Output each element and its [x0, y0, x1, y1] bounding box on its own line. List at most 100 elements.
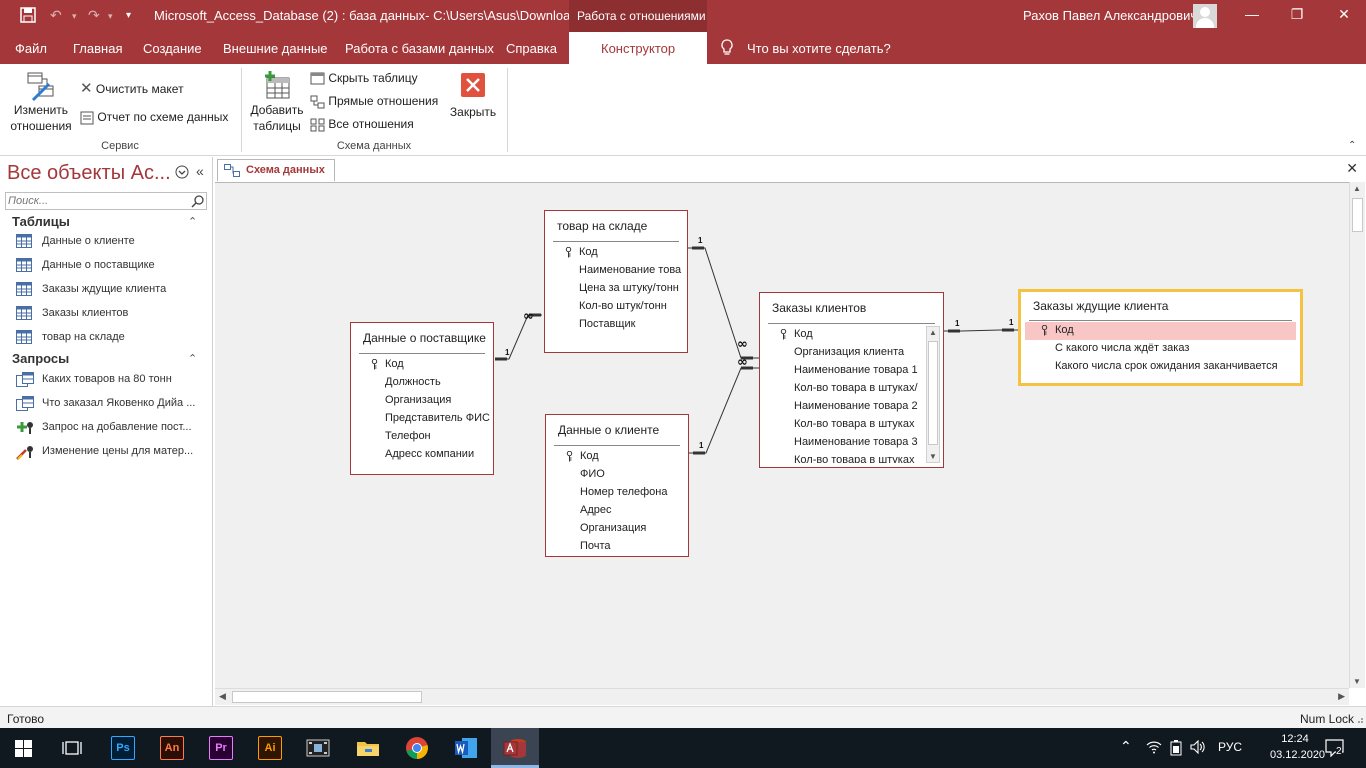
volume-icon[interactable] [1190, 739, 1206, 757]
nav-query-item[interactable]: Запрос на добавление пост... [14, 418, 209, 438]
collapse-section-icon[interactable]: ⌃ [188, 352, 197, 365]
battery-icon[interactable] [1169, 740, 1183, 759]
field-row[interactable]: Наименование товара 1 [760, 362, 925, 380]
animate-icon[interactable]: An [160, 736, 184, 760]
relationships-canvas[interactable]: 1 1 1 1 1 ∞ ∞ ∞ товар на складе Код Наим… [215, 182, 1349, 688]
all-relationships-button[interactable]: Все отношения [310, 117, 414, 132]
add-tables-button[interactable]: Добавить таблицы [246, 70, 308, 134]
field-row[interactable]: Организация клиента [760, 344, 925, 362]
field-row[interactable]: С какого числа ждёт заказ [1021, 340, 1300, 358]
table-box-scrollbar[interactable]: ▲ ▼ [926, 326, 940, 463]
collapse-section-icon[interactable]: ⌃ [188, 215, 197, 228]
access-icon[interactable] [503, 736, 527, 760]
notifications-icon[interactable] [1325, 739, 1345, 760]
close-document-icon[interactable]: ✕ [1346, 160, 1358, 177]
premiere-icon[interactable]: Pr [209, 736, 233, 760]
relationship-report-button[interactable]: Отчет по схеме данных [80, 110, 228, 125]
show-hidden-icons-icon[interactable]: ⌃ [1120, 738, 1132, 755]
language-indicator[interactable]: РУС [1218, 740, 1242, 754]
chrome-icon[interactable] [405, 736, 429, 760]
tab-designer[interactable]: Конструктор [569, 32, 708, 64]
scroll-up-icon[interactable]: ▲ [1353, 184, 1361, 193]
field-row[interactable]: Должность [351, 374, 493, 392]
resize-grip-icon[interactable] [1356, 713, 1364, 723]
queries-section-header[interactable]: Запросы [12, 351, 69, 366]
customize-toolbar-icon[interactable]: ▾ [126, 10, 131, 21]
field-row[interactable]: Кол-во товара в штуках [760, 452, 925, 463]
nav-table-item[interactable]: Данные о поставщике [14, 256, 209, 276]
collapse-ribbon-icon[interactable]: ⌃ [1348, 140, 1356, 151]
undo-icon[interactable]: ↶ [50, 7, 62, 24]
restore-icon[interactable]: ❐ [1287, 6, 1307, 26]
table-box-title[interactable]: Данные о поставщике [351, 323, 493, 353]
tables-section-header[interactable]: Таблицы [12, 214, 70, 229]
illustrator-icon[interactable]: Ai [258, 736, 282, 760]
nav-query-item[interactable]: Что заказал Яковенко Дийа ... [14, 394, 209, 414]
field-row-selected[interactable]: Код [1025, 322, 1296, 340]
nav-menu-icon[interactable] [175, 165, 189, 182]
table-box-waiting-orders[interactable]: Заказы ждущие клиента Код С какого числа… [1018, 289, 1303, 386]
field-row[interactable]: Номер телефона [546, 484, 688, 502]
field-row[interactable]: Кол-во штук/тонн [545, 298, 687, 316]
redo-dropdown-icon[interactable]: ▾ [108, 11, 113, 22]
tab-home[interactable]: Главная [73, 41, 122, 56]
table-box-stock[interactable]: товар на складе Код Наименование това Це… [544, 210, 688, 353]
direct-relationships-button[interactable]: Прямые отношения [310, 94, 438, 109]
user-name[interactable]: Рахов Павел Александрович [1023, 8, 1197, 23]
field-row[interactable]: Код [760, 326, 925, 344]
close-relationships-button[interactable]: Закрыть [446, 72, 500, 120]
avatar[interactable] [1193, 4, 1217, 28]
table-box-title[interactable]: товар на складе [545, 211, 687, 241]
table-box-client[interactable]: Данные о клиенте Код ФИО Номер телефона … [545, 414, 689, 557]
nav-search-input[interactable] [8, 194, 188, 208]
field-row[interactable]: Код [545, 244, 687, 262]
field-row[interactable]: Телефон [351, 428, 493, 446]
photoshop-icon[interactable]: Ps [111, 736, 135, 760]
tab-help[interactable]: Справка [506, 41, 557, 56]
nav-table-item[interactable]: Заказы ждущие клиента [14, 280, 209, 300]
scroll-right-icon[interactable]: ▶ [1338, 691, 1345, 702]
hide-table-button[interactable]: Скрыть таблицу [310, 71, 418, 86]
file-explorer-icon[interactable] [356, 736, 380, 760]
field-row[interactable]: Наименование товара 3 [760, 434, 925, 452]
scroll-thumb[interactable] [1352, 198, 1363, 232]
field-row[interactable]: Наименование товара 2 [760, 398, 925, 416]
field-row[interactable]: Какого числа срок ожидания заканчивается [1021, 358, 1300, 376]
table-box-title[interactable]: Данные о клиенте [546, 415, 688, 445]
redo-icon[interactable]: ↷ [88, 7, 100, 24]
nav-title[interactable]: Все объекты Ac... [7, 162, 171, 185]
nav-table-item[interactable]: товар на складе [14, 328, 209, 348]
video-editor-icon[interactable] [306, 736, 330, 760]
horizontal-scrollbar[interactable]: ◀ ▶ [215, 688, 1349, 705]
clear-layout-button[interactable]: ✕ Очистить макет [80, 79, 184, 97]
field-row[interactable]: Код [546, 448, 688, 466]
nav-collapse-icon[interactable]: « [196, 163, 204, 179]
close-window-icon[interactable]: ✕ [1334, 6, 1354, 26]
field-row[interactable]: ФИО [546, 466, 688, 484]
minimize-icon[interactable]: — [1242, 6, 1262, 26]
task-view-icon[interactable] [62, 739, 82, 760]
field-row[interactable]: Цена за штуку/тонн [545, 280, 687, 298]
undo-dropdown-icon[interactable]: ▾ [72, 11, 77, 22]
scroll-left-icon[interactable]: ◀ [219, 691, 226, 702]
word-icon[interactable] [454, 736, 478, 760]
table-box-supplier[interactable]: Данные о поставщике Код Должность Органи… [350, 322, 494, 475]
field-row[interactable]: Адресс компании [351, 446, 493, 464]
field-row[interactable]: Адрес [546, 502, 688, 520]
table-box-title[interactable]: Заказы клиентов [760, 293, 943, 323]
field-row[interactable]: Почта [546, 538, 688, 552]
clock[interactable]: 12:24 03.12.2020 [1270, 731, 1325, 763]
nav-query-item[interactable]: Изменение цены для матер... [14, 442, 209, 462]
scroll-thumb[interactable] [928, 341, 938, 445]
tab-create[interactable]: Создание [143, 41, 202, 56]
save-icon[interactable] [20, 7, 36, 26]
field-row[interactable]: Поставщик [545, 316, 687, 334]
field-row[interactable]: Кол-во товара в штуках/ [760, 380, 925, 398]
tab-file[interactable]: Файл [15, 41, 47, 56]
scroll-down-icon[interactable]: ▼ [929, 452, 937, 461]
table-box-title[interactable]: Заказы ждущие клиента [1021, 292, 1300, 322]
nav-query-item[interactable]: Каких товаров на 80 тонн [14, 370, 209, 390]
scroll-up-icon[interactable]: ▲ [929, 328, 937, 337]
field-row[interactable]: Наименование това [545, 262, 687, 280]
table-box-client-orders[interactable]: Заказы клиентов Код Организация клиента … [759, 292, 944, 468]
